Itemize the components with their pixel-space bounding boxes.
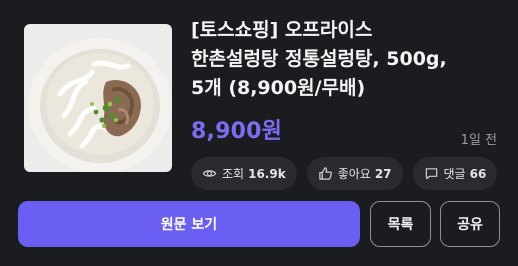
deal-card: [토스쇼핑] 오프라이스 한촌설렁탕 정통설렁탕, 500g, 5개 (8,90… — [0, 0, 518, 266]
likes-count: 27 — [374, 166, 392, 181]
view-original-button[interactable]: 원문 보기 — [18, 201, 360, 247]
likes-label: 좋아요 — [337, 167, 371, 181]
likes-chip[interactable]: 좋아요 27 — [306, 157, 403, 190]
eye-icon — [202, 170, 217, 177]
price: 8,900원 — [191, 119, 283, 144]
posted-time: 1일 전 — [460, 133, 497, 148]
post-title[interactable]: [토스쇼핑] 오프라이스 한촌설렁탕 정통설렁탕, 500g, 5개 (8,90… — [191, 16, 511, 103]
views-chip: 조회 16.9k — [191, 157, 297, 190]
title-line-2: 한촌설렁탕 정통설렁탕, 500g, — [191, 48, 447, 70]
stats-row: 조회 16.9k 좋아요 27 댓글 66 — [191, 157, 498, 190]
comment-icon — [425, 168, 437, 180]
share-button[interactable]: 공유 — [440, 201, 500, 247]
title-line-1: [토스쇼핑] 오프라이스 — [191, 19, 373, 41]
views-count: 16.9k — [248, 166, 286, 181]
views-label: 조회 — [222, 167, 245, 181]
comments-chip[interactable]: 댓글 66 — [412, 157, 498, 190]
seolleongtang-image — [28, 38, 172, 172]
product-thumbnail[interactable] — [24, 24, 172, 172]
comments-label: 댓글 — [443, 167, 466, 181]
thumbs-up-icon — [318, 167, 332, 180]
title-line-3: 5개 (8,900원/무배) — [191, 77, 366, 99]
comments-count: 66 — [469, 166, 487, 181]
list-button[interactable]: 목록 — [370, 201, 431, 247]
